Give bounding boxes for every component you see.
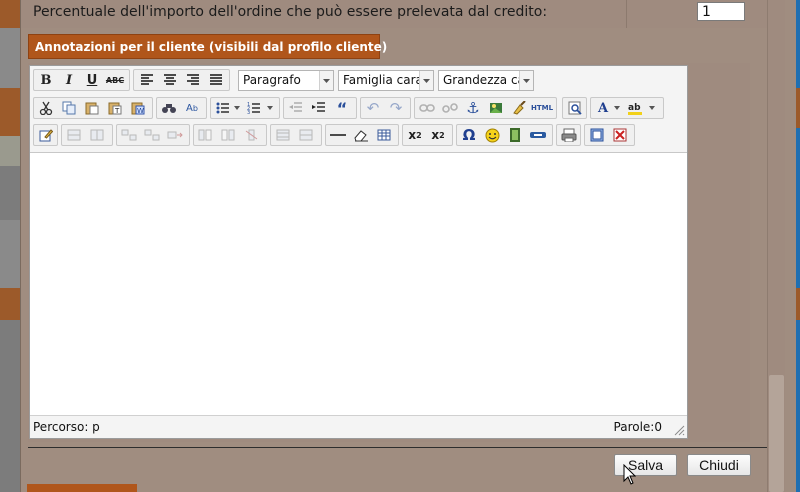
editor-toolbar: B I U ABC Paragrafo Famiglia caratt Gran… xyxy=(30,66,687,153)
font-family-select[interactable]: Famiglia caratt xyxy=(338,70,434,91)
align-center-icon[interactable] xyxy=(159,69,181,91)
chevron-down-icon xyxy=(419,71,433,90)
align-right-icon[interactable] xyxy=(182,69,204,91)
chevron-down-icon[interactable] xyxy=(265,97,275,119)
font-size-select[interactable]: Grandezza car xyxy=(438,70,534,91)
svg-text:T: T xyxy=(114,107,120,115)
strikethrough-icon[interactable]: ABC xyxy=(104,69,126,91)
customer-notes-section-title: Annotazioni per il cliente (visibili dal… xyxy=(28,34,387,59)
chevron-down-icon[interactable] xyxy=(232,97,242,119)
text-color-icon[interactable]: A xyxy=(592,97,614,119)
blockquote-icon[interactable]: “ xyxy=(331,97,353,119)
chevron-down-icon xyxy=(519,71,533,90)
bg-page-tab xyxy=(0,88,20,136)
paste-text-icon[interactable]: T xyxy=(104,97,126,119)
customer-dialog: Percentuale dell'importo dell'ordine che… xyxy=(20,0,796,492)
table-icon[interactable] xyxy=(373,124,395,146)
toolbar-row-3: x2 x2 Ω xyxy=(33,124,683,148)
redo-icon[interactable]: ↷ xyxy=(385,97,407,119)
rich-text-editor: B I U ABC Paragrafo Famiglia caratt Gran… xyxy=(29,65,688,439)
table-col-left-icon[interactable] xyxy=(195,124,217,146)
bullet-list-icon[interactable] xyxy=(212,97,234,119)
scrollbar-thumb[interactable] xyxy=(769,375,784,492)
chevron-down-icon[interactable] xyxy=(612,97,622,119)
svg-text:W: W xyxy=(137,107,144,115)
numbered-list-icon[interactable]: 123 xyxy=(243,97,265,119)
bg-page-tab xyxy=(0,0,20,28)
dialog-scrollbar[interactable] xyxy=(767,0,785,492)
html-icon[interactable]: HTML xyxy=(531,97,553,119)
next-section-tab xyxy=(27,484,137,492)
indent-icon[interactable] xyxy=(308,97,330,119)
word-count: Parole:0 xyxy=(613,420,662,434)
remove-format-icon[interactable] xyxy=(609,124,631,146)
omega-icon[interactable]: Ω xyxy=(458,124,480,146)
underline-icon[interactable]: U xyxy=(81,69,103,91)
bg-page-tab xyxy=(0,288,20,320)
undo-icon[interactable]: ↶ xyxy=(362,97,384,119)
unlink-icon[interactable] xyxy=(439,97,461,119)
cleanup-icon[interactable] xyxy=(508,97,530,119)
table-col-right-icon[interactable] xyxy=(218,124,240,146)
mouse-cursor-icon xyxy=(623,464,636,485)
table-merge-icon[interactable] xyxy=(164,124,186,146)
anchor-icon[interactable]: ⚓ xyxy=(462,97,484,119)
table-col-delete-icon[interactable] xyxy=(241,124,263,146)
table-cell-props-icon[interactable] xyxy=(272,124,294,146)
eraser-icon[interactable] xyxy=(350,124,372,146)
edit-icon[interactable] xyxy=(35,124,57,146)
svg-text:ab: ab xyxy=(628,103,641,113)
align-justify-icon[interactable] xyxy=(205,69,227,91)
horizontal-rule-icon[interactable] xyxy=(327,124,349,146)
close-button[interactable]: Chiudi xyxy=(687,454,751,476)
align-left-icon[interactable] xyxy=(136,69,158,91)
bg-page-row xyxy=(0,320,20,492)
superscript-icon[interactable]: x2 xyxy=(427,124,449,146)
table-row-props-icon[interactable] xyxy=(295,124,317,146)
highlight-color-icon[interactable]: ab xyxy=(624,97,646,119)
find-icon[interactable] xyxy=(158,97,180,119)
editor-content-area[interactable] xyxy=(30,153,687,415)
paste-icon[interactable] xyxy=(81,97,103,119)
svg-text:3: 3 xyxy=(247,110,250,114)
table-split-icon[interactable] xyxy=(141,124,163,146)
credit-row: Percentuale dell'importo dell'ordine che… xyxy=(21,0,776,28)
toolbar-row-2: T W Ab 123 “ ↶ ↷ ⚓ HTML A ab xyxy=(33,97,683,121)
resize-grip-icon[interactable] xyxy=(673,424,685,436)
link-icon[interactable] xyxy=(416,97,438,119)
chevron-down-icon xyxy=(319,71,333,90)
italic-icon[interactable]: I xyxy=(58,69,80,91)
outdent-icon[interactable] xyxy=(285,97,307,119)
print-icon[interactable] xyxy=(558,124,580,146)
bold-icon[interactable]: B xyxy=(35,69,57,91)
bg-page-row xyxy=(0,136,20,166)
credit-percentage-input[interactable] xyxy=(697,2,745,21)
font-size-select-value: Grandezza car xyxy=(443,73,530,87)
smiley-icon[interactable] xyxy=(481,124,503,146)
editor-status-bar: Percorso: p Parole:0 xyxy=(30,415,687,438)
toolbar-row-1: B I U ABC Paragrafo Famiglia caratt Gran… xyxy=(33,69,683,93)
element-path: Percorso: p xyxy=(33,420,100,434)
table-col-icon[interactable] xyxy=(86,124,108,146)
table-insert-icon[interactable] xyxy=(118,124,140,146)
fullscreen-icon[interactable] xyxy=(586,124,608,146)
minus-bar-icon[interactable] xyxy=(527,124,549,146)
replace-icon[interactable]: Ab xyxy=(181,97,203,119)
credit-percentage-label: Percentuale dell'importo dell'ordine che… xyxy=(33,4,548,20)
chevron-down-icon[interactable] xyxy=(647,97,657,119)
dialog-divider xyxy=(28,447,776,448)
paste-word-icon[interactable]: W xyxy=(127,97,149,119)
subscript-icon[interactable]: x2 xyxy=(404,124,426,146)
cut-icon[interactable] xyxy=(35,97,57,119)
format-select-value: Paragrafo xyxy=(243,73,301,87)
preview-icon[interactable] xyxy=(564,97,586,119)
copy-icon[interactable] xyxy=(58,97,80,119)
bg-page-row xyxy=(0,166,20,220)
format-select[interactable]: Paragrafo xyxy=(238,70,334,91)
table-row-icon[interactable] xyxy=(63,124,85,146)
media-icon[interactable] xyxy=(504,124,526,146)
image-icon[interactable] xyxy=(485,97,507,119)
row-divider xyxy=(626,0,627,28)
